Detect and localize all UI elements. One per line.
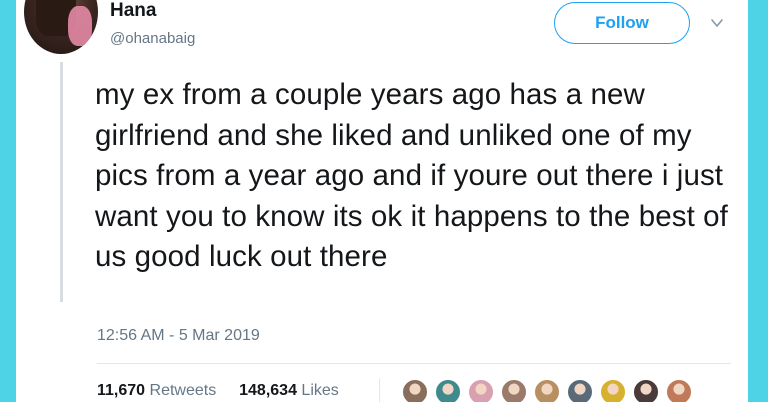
liker-avatar[interactable] [665, 378, 693, 402]
tweet-card: Hana @ohanabaig Follow my ex from a coup… [16, 0, 748, 402]
liker-avatar[interactable] [632, 378, 660, 402]
retweets-label[interactable]: Retweets [150, 382, 217, 399]
chevron-down-icon[interactable] [710, 16, 724, 30]
liker-avatar[interactable] [500, 378, 528, 402]
author-handle[interactable]: @ohanabaig [110, 30, 195, 47]
likes-label[interactable]: Likes [301, 382, 338, 399]
author-name[interactable]: Hana [110, 0, 156, 22]
stats-separator [379, 378, 380, 402]
follow-button[interactable]: Follow [554, 2, 690, 44]
author-avatar[interactable] [24, 0, 98, 54]
liker-avatar[interactable] [434, 378, 462, 402]
liker-avatar[interactable] [566, 378, 594, 402]
avatar-clothing-shape [68, 6, 92, 46]
retweets-count[interactable]: 11,670 [97, 382, 145, 399]
divider [97, 363, 731, 364]
liker-avatar[interactable] [599, 378, 627, 402]
liker-avatar[interactable] [533, 378, 561, 402]
thread-line [60, 62, 63, 302]
tweet-stats: 11,670 Retweets 148,634 Likes [97, 382, 339, 400]
liker-avatar[interactable] [401, 378, 429, 402]
tweet-text: my ex from a couple years ago has a new … [95, 78, 728, 273]
likes-count[interactable]: 148,634 [239, 382, 297, 399]
liker-avatar[interactable] [467, 378, 495, 402]
tweet-timestamp[interactable]: 12:56 AM - 5 Mar 2019 [97, 327, 260, 345]
